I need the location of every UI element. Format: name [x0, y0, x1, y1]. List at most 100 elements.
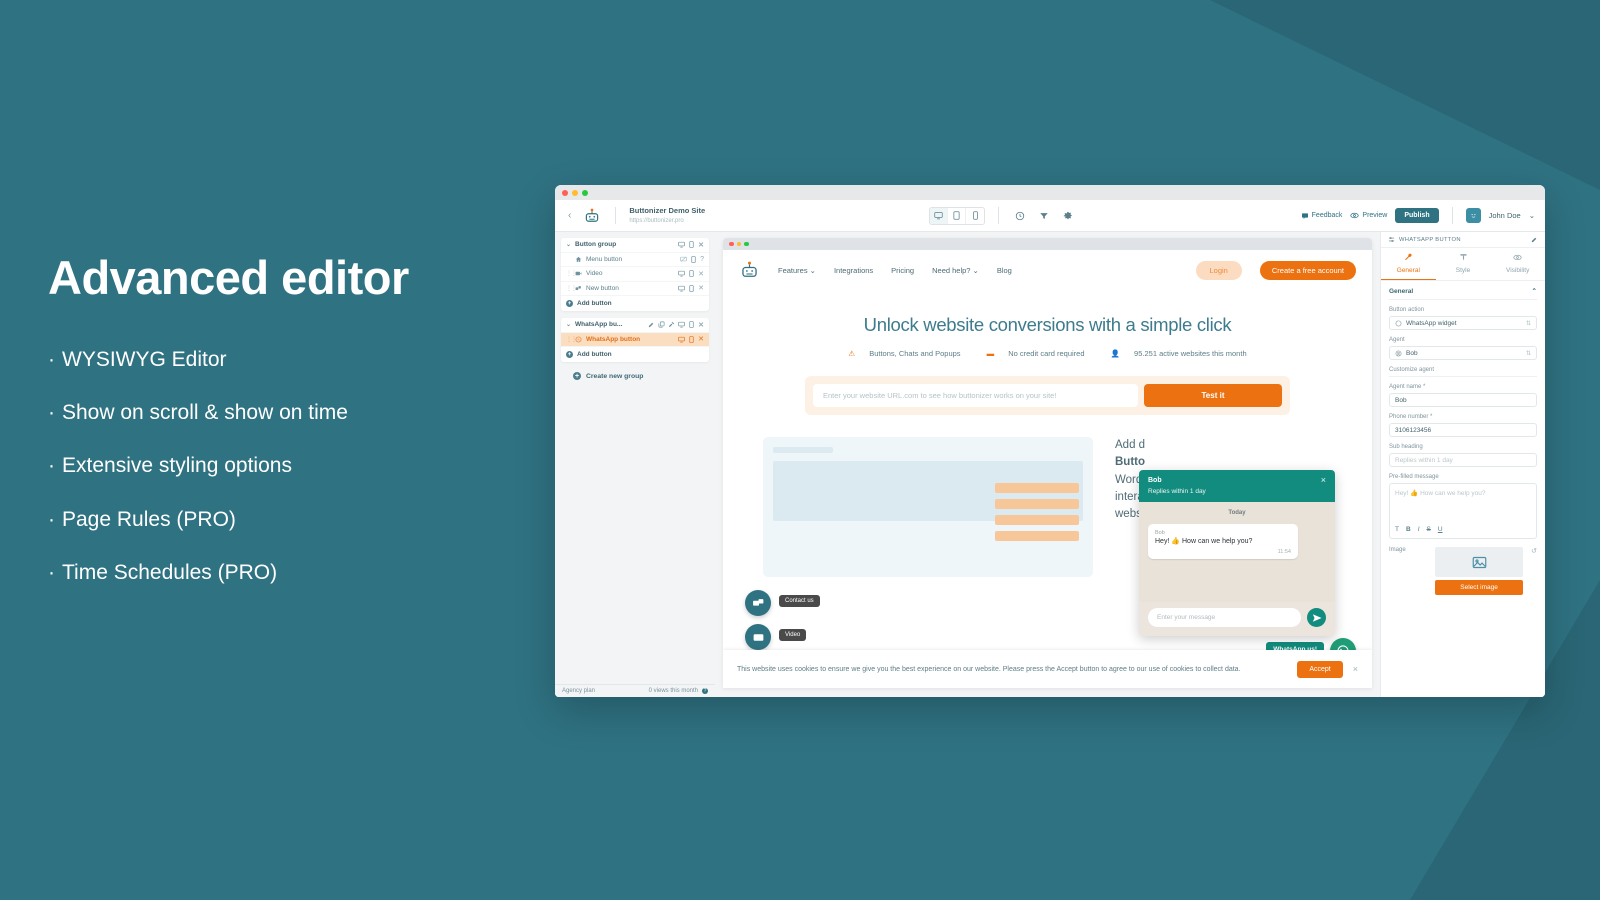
feature-bullet-2: · Show on scroll & show on time — [48, 399, 518, 426]
mobile-icon[interactable] — [688, 270, 695, 278]
button-action-label: Button action — [1389, 307, 1425, 313]
mobile-icon[interactable] — [688, 335, 695, 343]
test-it-button[interactable]: Test it — [1144, 384, 1282, 407]
chevron-down-icon[interactable]: ⌄ — [566, 241, 571, 248]
chevron-updown-icon[interactable]: ⇅ — [1526, 350, 1531, 357]
chat-message-bubble: Bob Hey! 👍 How can we help you? 11:54 — [1148, 524, 1298, 559]
drag-handle[interactable]: ⋮⋮ — [566, 270, 577, 277]
user-name[interactable]: John Doe — [1489, 211, 1521, 220]
desktop-icon[interactable] — [678, 285, 685, 292]
layer-row[interactable]: Menu button ? — [561, 253, 709, 267]
close-icon[interactable]: ✕ — [698, 270, 704, 278]
help-icon[interactable]: ? — [702, 688, 708, 694]
history-icon[interactable] — [1012, 208, 1028, 224]
cookie-accept-button[interactable]: Accept — [1297, 660, 1343, 678]
mobile-icon[interactable] — [688, 321, 695, 329]
desktop-icon[interactable] — [678, 321, 685, 328]
chat-agent-name: Bob — [1148, 477, 1162, 485]
drag-handle[interactable]: ⋮⋮ — [566, 285, 577, 292]
feedback-button[interactable]: Feedback — [1301, 212, 1342, 220]
publish-button[interactable]: Publish — [1395, 208, 1439, 223]
add-button-group-0[interactable]: + Add button — [561, 296, 709, 311]
chat-message-sender: Bob — [1155, 530, 1165, 536]
layer-row[interactable]: ⋮⋮ New button ✕ — [561, 282, 709, 296]
pencil-icon[interactable] — [1531, 236, 1538, 243]
agent-select[interactable]: Bob ⇅ — [1389, 346, 1537, 360]
desktop-view-button[interactable] — [930, 207, 949, 224]
format-text-icon[interactable]: T — [1395, 526, 1399, 533]
feature-bullet-3: · Extensive styling options — [48, 452, 518, 479]
hero-feature-label: Buttons, Chats and Popups — [869, 349, 961, 358]
layer-group-header[interactable]: ⌄ WhatsApp bu... ✕ — [561, 318, 709, 333]
format-bold-icon[interactable]: B — [1406, 526, 1411, 533]
desktop-icon[interactable] — [678, 270, 685, 277]
duplicate-icon[interactable] — [658, 321, 665, 328]
chat-message-input[interactable]: Enter your message — [1148, 608, 1301, 627]
desktop-icon[interactable] — [678, 241, 685, 248]
help-icon[interactable]: ? — [700, 256, 704, 263]
send-icon[interactable] — [1307, 608, 1326, 627]
plus-icon: + — [566, 351, 573, 358]
mobile-icon[interactable] — [688, 284, 695, 292]
avatar[interactable] — [1465, 208, 1481, 223]
section-general-header[interactable]: General ⌃ — [1389, 287, 1537, 300]
format-italic-icon[interactable]: I — [1418, 526, 1420, 533]
pencil-icon[interactable] — [648, 321, 655, 328]
tab-style[interactable]: Style — [1436, 248, 1491, 280]
lower-line-2: Butto — [1115, 456, 1146, 469]
layer-row[interactable]: ⋮⋮ Video ✕ — [561, 267, 709, 282]
close-icon[interactable]: × — [1321, 476, 1326, 485]
nav-link-need-help[interactable]: Need help? ⌄ — [932, 266, 979, 275]
filter-icon[interactable] — [1036, 208, 1052, 224]
create-new-group-button[interactable]: + Create new group — [561, 369, 709, 383]
contact-us-fab[interactable] — [745, 590, 771, 616]
mobile-icon[interactable] — [690, 255, 697, 263]
add-button-group-1[interactable]: + Add button — [561, 347, 709, 362]
window-close-button[interactable] — [562, 189, 568, 196]
close-icon[interactable]: ✕ — [698, 321, 704, 329]
window-minimize-button[interactable] — [572, 189, 578, 196]
tablet-view-button[interactable] — [948, 207, 967, 224]
chevron-down-icon[interactable]: ⌄ — [566, 321, 571, 328]
format-underline-icon[interactable]: U — [1438, 526, 1443, 533]
select-image-button[interactable]: Select image — [1435, 580, 1524, 595]
chevron-updown-icon[interactable]: ⇅ — [1526, 320, 1531, 327]
tab-general[interactable]: General — [1381, 248, 1436, 280]
close-icon[interactable]: ✕ — [698, 284, 704, 292]
gear-icon[interactable] — [1060, 208, 1076, 224]
back-icon[interactable]: ‹ — [565, 210, 574, 221]
desktop-icon[interactable] — [678, 336, 685, 343]
layer-group-header[interactable]: ⌄ Button group ✕ — [561, 238, 709, 253]
reset-icon[interactable]: ↺ — [1531, 547, 1537, 555]
mobile-icon[interactable] — [688, 241, 695, 249]
login-button[interactable]: Login — [1195, 260, 1242, 280]
chevron-up-icon[interactable]: ⌃ — [1532, 287, 1537, 295]
close-icon[interactable]: ✕ — [698, 241, 704, 249]
agent-name-input[interactable]: Bob — [1389, 393, 1537, 407]
create-free-account-button[interactable]: Create a free account — [1259, 260, 1356, 280]
brush-icon — [1436, 253, 1491, 264]
nav-link-blog[interactable]: Blog — [997, 266, 1012, 275]
video-fab[interactable] — [745, 624, 771, 650]
close-icon[interactable]: × — [1353, 664, 1358, 674]
tab-visibility[interactable]: Visibility — [1490, 248, 1545, 280]
nav-link-pricing[interactable]: Pricing — [891, 266, 914, 275]
bullet-dot: · — [48, 400, 55, 424]
website-url-input[interactable]: Enter your website URL.com to see how bu… — [813, 384, 1138, 407]
nav-link-integrations[interactable]: Integrations — [834, 266, 873, 275]
button-action-select[interactable]: WhatsApp widget ⇅ — [1389, 316, 1537, 330]
prefilled-message-textarea[interactable]: Hey! 👍 How can we help you? T B I S U — [1389, 483, 1537, 539]
layer-row-whatsapp-button[interactable]: ⋮⋮ WhatsApp button ✕ — [561, 332, 709, 347]
format-strikethrough-icon[interactable]: S — [1427, 526, 1431, 533]
mobile-view-button[interactable] — [966, 207, 985, 224]
drag-handle[interactable]: ⋮⋮ — [566, 336, 577, 343]
nav-link-features[interactable]: Features ⌄ — [778, 266, 816, 275]
sub-heading-input[interactable]: Replies within 1 day — [1389, 453, 1537, 467]
desktop-off-icon[interactable] — [680, 256, 687, 263]
phone-number-input[interactable]: 3106123456 — [1389, 423, 1537, 437]
chevron-down-icon[interactable]: ⌄ — [1529, 211, 1535, 220]
tools-icon[interactable] — [668, 321, 675, 328]
close-icon[interactable]: ✕ — [698, 335, 704, 343]
preview-button[interactable]: Preview — [1350, 211, 1387, 220]
window-maximize-button[interactable] — [582, 189, 588, 196]
